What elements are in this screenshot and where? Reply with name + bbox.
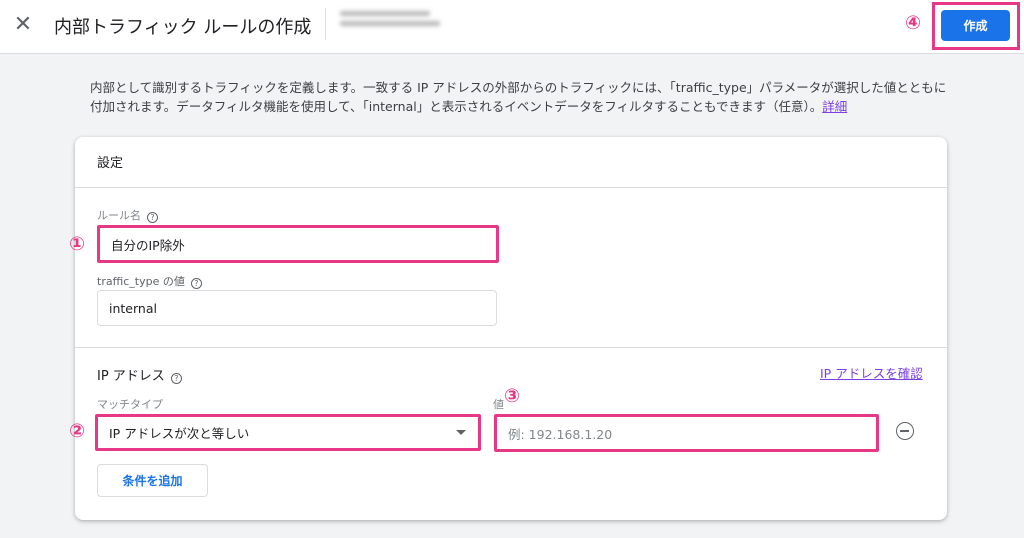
blurred-property-name <box>340 11 440 37</box>
learn-more-link[interactable]: 詳細 <box>822 99 847 114</box>
create-button[interactable]: 作成 <box>941 10 1010 41</box>
divider <box>75 187 947 188</box>
annotation-badge-3: ③ <box>504 385 521 407</box>
help-icon[interactable]: ? <box>170 373 182 384</box>
help-icon[interactable]: ? <box>147 212 158 223</box>
title-divider <box>325 8 326 40</box>
rule-name-label: ルール名? <box>97 207 158 223</box>
value-label: 値 <box>493 398 504 411</box>
divider <box>75 347 947 348</box>
annotation-badge-1: ① <box>69 233 86 255</box>
match-type-value: IP アドレスが次と等しい <box>109 426 250 441</box>
remove-condition-icon[interactable] <box>896 422 914 440</box>
ip-value-input[interactable]: 例: 192.168.1.20 <box>494 414 879 452</box>
traffic-type-label: traffic_type の値? <box>97 273 202 289</box>
match-type-label: マッチタイプ <box>97 398 163 411</box>
check-ip-link[interactable]: IP アドレスを確認 <box>820 363 923 382</box>
rule-name-input[interactable]: 自分のIP除外 <box>97 225 499 263</box>
add-condition-button[interactable]: 条件を追加 <box>97 464 208 497</box>
dropdown-caret-icon <box>456 430 466 435</box>
description: 内部として識別するトラフィックを定義します。一致する IP アドレスの外部からの… <box>90 78 950 116</box>
ip-section-title: IP アドレス? <box>97 365 182 384</box>
close-icon[interactable]: ✕ <box>12 13 34 37</box>
help-icon[interactable]: ? <box>190 278 202 289</box>
settings-card: 設定 ルール名? 自分のIP除外 traffic_type の値? intern… <box>75 137 947 520</box>
match-type-select[interactable]: IP アドレスが次と等しい <box>95 414 481 451</box>
top-bar: ✕ 内部トラフィック ルールの作成 <box>0 0 1024 54</box>
description-text: 内部として識別するトラフィックを定義します。一致する IP アドレスの外部からの… <box>90 80 947 114</box>
ip-value-placeholder: 例: 192.168.1.20 <box>508 426 613 442</box>
settings-title: 設定 <box>97 156 124 171</box>
annotation-badge-2: ② <box>69 420 86 442</box>
page-title: 内部トラフィック ルールの作成 <box>54 17 312 38</box>
annotation-badge-4: ④ <box>905 12 922 34</box>
traffic-type-input[interactable]: internal <box>97 290 497 326</box>
